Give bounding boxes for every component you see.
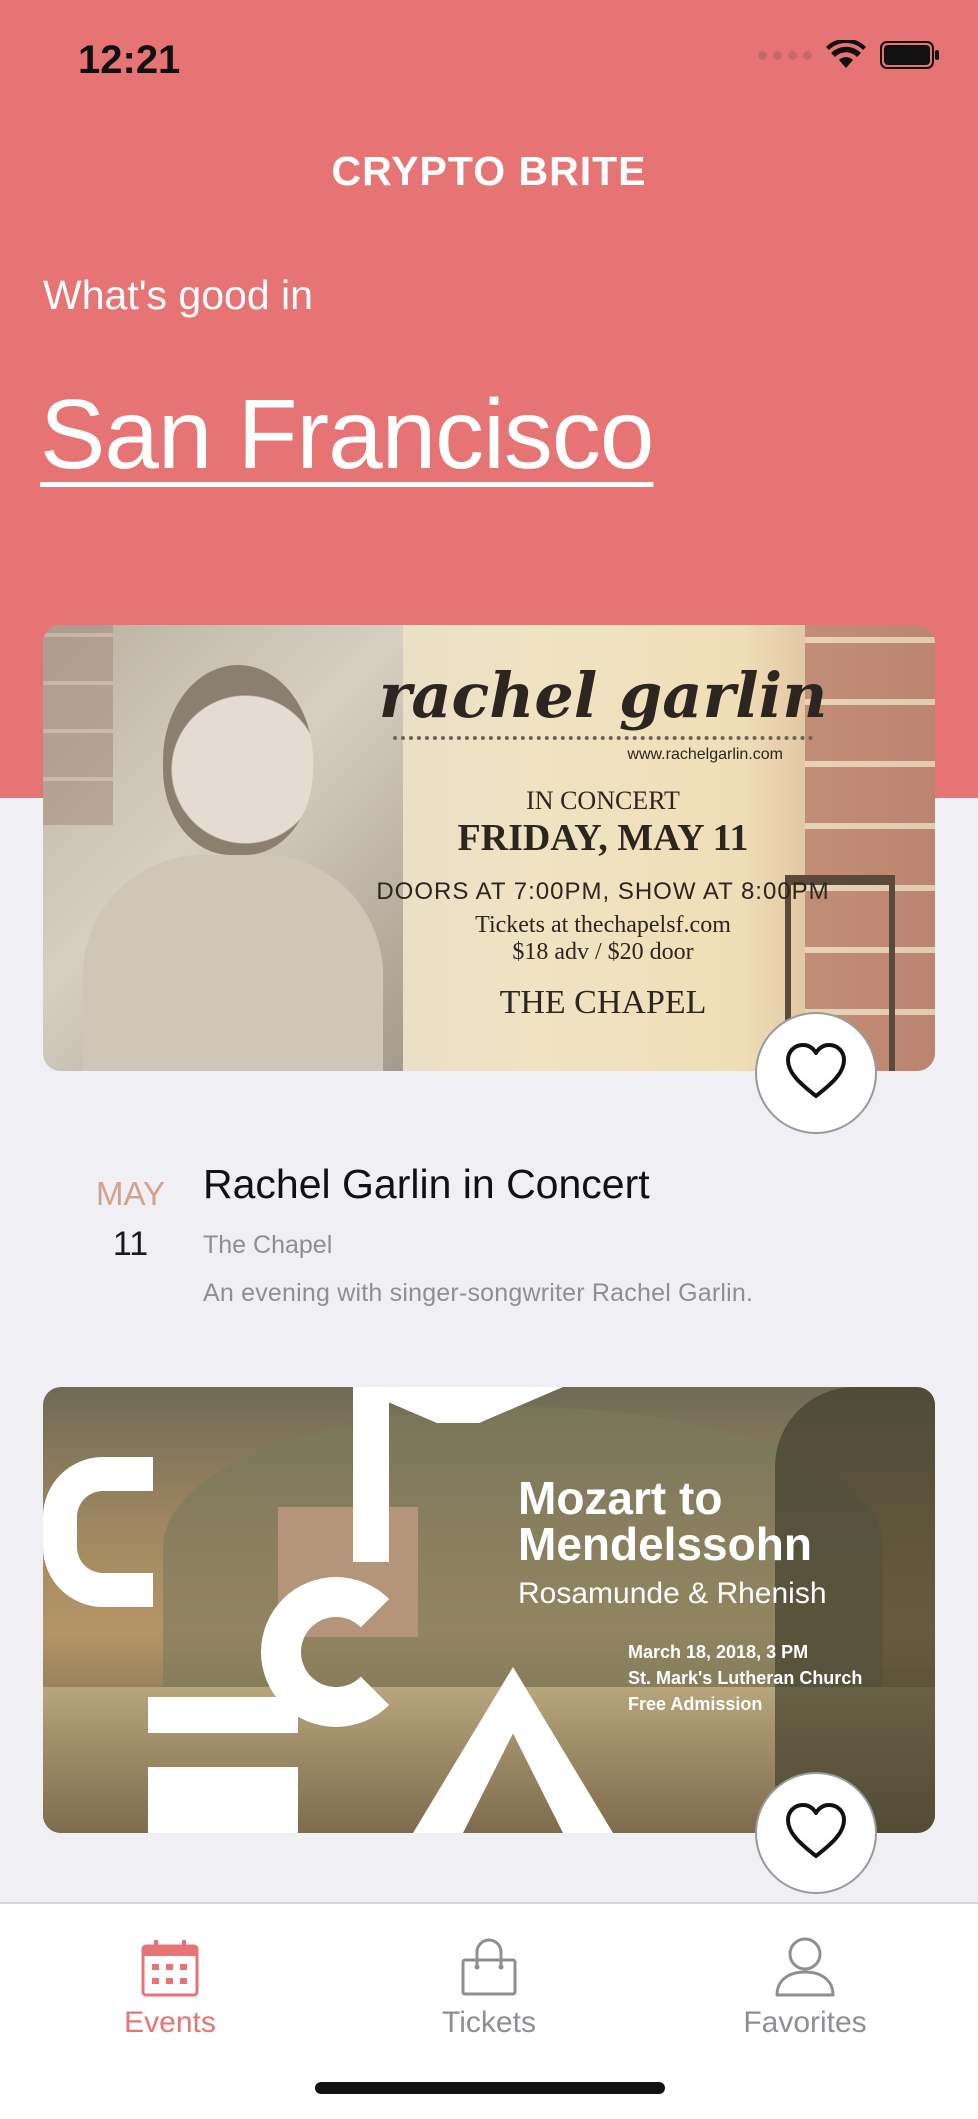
artist-photo <box>43 625 403 1071</box>
tab-label: Favorites <box>743 2006 867 2039</box>
status-time: 12:21 <box>78 38 181 82</box>
location-prompt: What's good in <box>43 272 313 318</box>
heart-icon <box>784 1802 848 1865</box>
cellular-signal-icon <box>758 50 812 60</box>
tab-tickets[interactable]: Tickets <box>389 1924 589 2040</box>
status-icons <box>758 40 940 70</box>
app-title: CRYPTO BRITE <box>331 148 647 194</box>
poster-url: www.rachelgarlin.com <box>393 736 813 764</box>
wifi-icon <box>826 40 866 70</box>
event-date-month: MAY <box>95 1175 166 1212</box>
event-venue: The Chapel <box>203 1231 333 1259</box>
poster-text: rachel garlin www.rachelgarlin.com IN CO… <box>373 645 833 1022</box>
tab-events[interactable]: Events <box>70 1924 270 2040</box>
poster-line: Tickets at thechapelsf.com <box>475 912 731 938</box>
event-description: An evening with singer-songwriter Rachel… <box>203 1279 754 1307</box>
calendar-icon <box>70 1924 270 1998</box>
poster-text: Mozart to Mendelssohn Rosamunde & Rhenis… <box>518 1475 862 1717</box>
poster-artist-name: rachel garlin <box>378 659 828 732</box>
event-date-day: 11 <box>112 1225 149 1263</box>
home-indicator[interactable] <box>315 2082 665 2094</box>
logo-letter-f <box>148 1767 298 1833</box>
logo-letter-m <box>353 1387 389 1562</box>
poster-date: March 18, 2018, 3 PM <box>628 1642 809 1662</box>
logo-letter-f <box>148 1697 298 1733</box>
city-selector[interactable]: San Francisco <box>40 378 654 491</box>
poster-line: DOORS AT 7:00PM, SHOW AT 8:00PM <box>376 878 830 905</box>
poster-line: IN CONCERT <box>526 786 680 815</box>
poster-title: Mendelssohn <box>518 1518 812 1570</box>
tab-favorites[interactable]: Favorites <box>705 1924 905 2040</box>
tab-label: Events <box>124 2006 216 2039</box>
poster-title: Mozart to <box>518 1472 723 1524</box>
battery-icon <box>880 41 940 69</box>
shopping-bag-icon <box>389 1924 589 1998</box>
tab-label: Tickets <box>442 2006 536 2039</box>
logo-letter-s <box>43 1457 153 1607</box>
poster-details: March 18, 2018, 3 PM St. Mark's Lutheran… <box>628 1639 862 1717</box>
event-card[interactable]: Mozart to Mendelssohn Rosamunde & Rhenis… <box>43 1387 935 1894</box>
event-image[interactable]: rachel garlin www.rachelgarlin.com IN CO… <box>43 625 935 1071</box>
status-bar: 12:21 <box>0 0 978 120</box>
poster-line: $18 adv / $20 door <box>512 939 694 965</box>
poster-line: THE CHAPEL <box>499 984 707 1021</box>
favorite-button[interactable] <box>755 1772 877 1894</box>
poster-line: FRIDAY, MAY 11 <box>457 817 749 859</box>
event-title: Rachel Garlin in Concert <box>203 1161 650 1207</box>
poster-subtitle: Rosamunde & Rhenish <box>518 1577 827 1610</box>
event-image[interactable]: Mozart to Mendelssohn Rosamunde & Rhenis… <box>43 1387 935 1833</box>
event-card[interactable]: rachel garlin www.rachelgarlin.com IN CO… <box>43 625 935 1331</box>
poster-admission: Free Admission <box>628 1694 763 1714</box>
poster-venue: St. Mark's Lutheran Church <box>628 1668 863 1688</box>
logo-letter-c <box>261 1577 411 1727</box>
event-info[interactable]: MAY 11 Rachel Garlin in Concert The Chap… <box>43 1071 935 1331</box>
person-icon <box>705 1924 905 1998</box>
